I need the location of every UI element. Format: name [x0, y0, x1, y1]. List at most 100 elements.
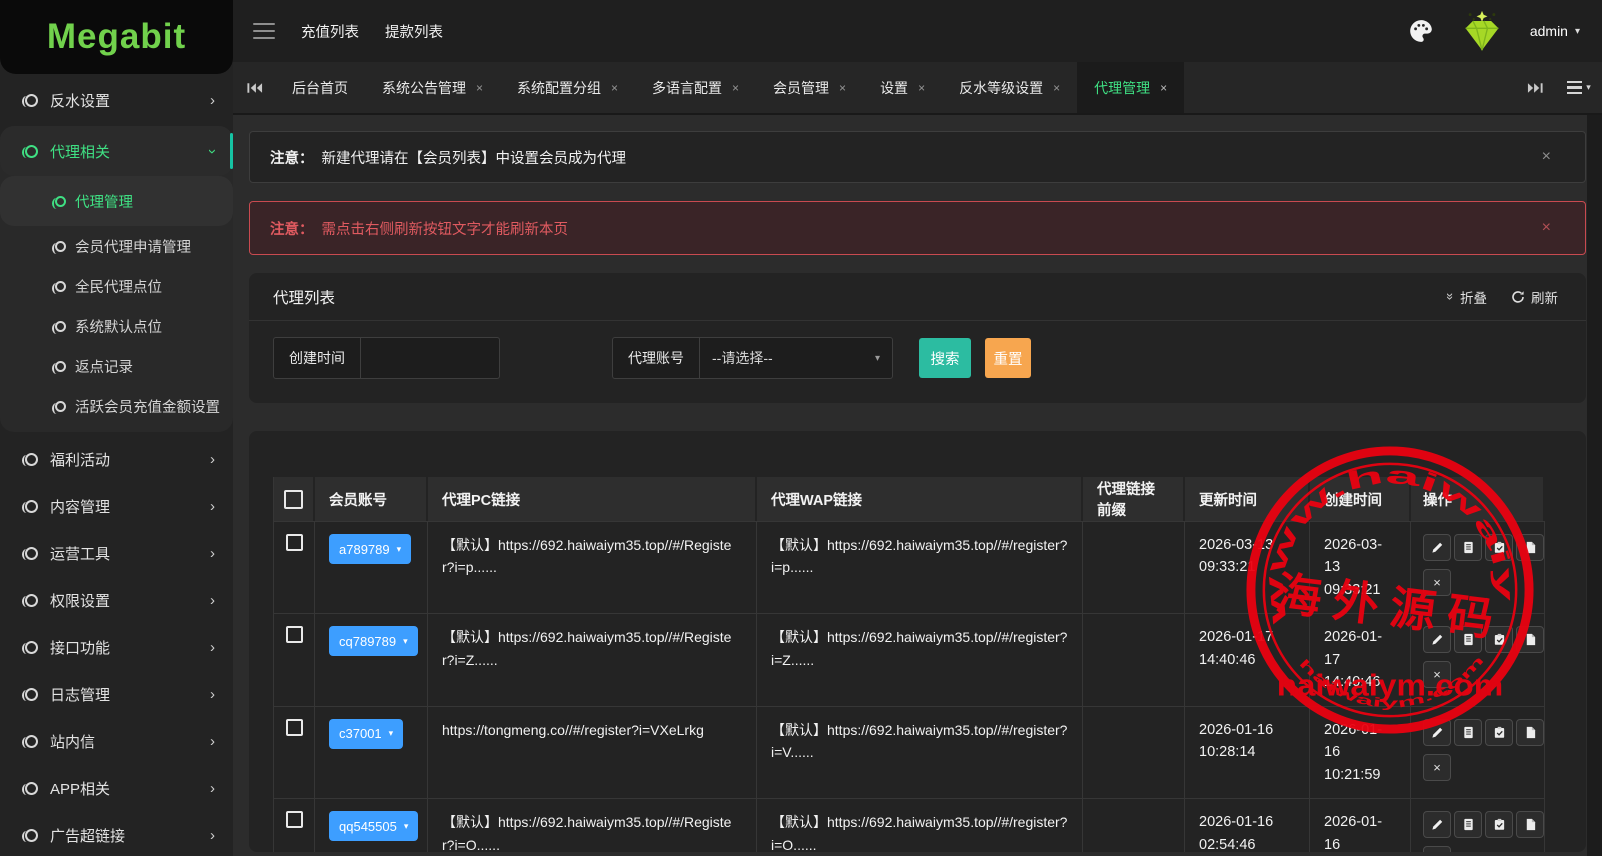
- agent-account-select[interactable]: --请选择-- ▾: [700, 338, 892, 378]
- detail-button[interactable]: [1454, 534, 1482, 561]
- user-menu[interactable]: admin ▾: [1530, 23, 1580, 39]
- sidebar-item-logs[interactable]: 日志管理 ›: [0, 671, 233, 718]
- hamburger-menu-icon[interactable]: [253, 23, 275, 39]
- agent-link-prefix: [1083, 706, 1185, 799]
- skip-to-last-tab-icon[interactable]: [1514, 62, 1556, 113]
- sidebar-item-app[interactable]: APP相关 ›: [0, 765, 233, 812]
- audit-button[interactable]: [1485, 811, 1513, 839]
- tab-agent-manage[interactable]: 代理管理 ×: [1077, 62, 1185, 113]
- sidebar-subitem-agent-apply[interactable]: 会员代理申请管理: [0, 226, 233, 266]
- document-icon: [1462, 541, 1475, 554]
- created-time: 2026-01-16 02:54:46: [1310, 799, 1411, 852]
- chevron-right-icon: ›: [210, 733, 215, 750]
- close-icon[interactable]: ×: [839, 81, 846, 95]
- audit-button[interactable]: [1485, 718, 1513, 746]
- delete-button[interactable]: ×: [1423, 569, 1451, 596]
- tab-announcements[interactable]: 系统公告管理 ×: [365, 62, 500, 113]
- sidebar: Megabit 反水设置 › 代理相关 › 代理管理 会员代理申请管理 全民代理…: [0, 0, 233, 856]
- sidebar-item-agent-related[interactable]: 代理相关 ›: [0, 126, 233, 176]
- sidebar-subitem-agent-manage[interactable]: 代理管理: [0, 176, 233, 226]
- delete-button[interactable]: ×: [1423, 846, 1451, 852]
- agent-wap-link: 【默认】https://692.haiwaiym35.top//#/regist…: [757, 522, 1083, 614]
- chevron-right-icon: ›: [210, 686, 215, 703]
- tab-settings[interactable]: 设置 ×: [863, 62, 942, 113]
- tab-dashboard[interactable]: 后台首页: [275, 62, 365, 113]
- table-row: c37001 ▾ https://tongmeng.co//#/register?…: [273, 706, 1545, 800]
- delete-button[interactable]: ×: [1423, 753, 1451, 781]
- report-button[interactable]: [1516, 534, 1544, 561]
- sidebar-item-messages[interactable]: 站内信 ›: [0, 718, 233, 765]
- sidebar-item-operation-tools[interactable]: 运营工具 ›: [0, 530, 233, 577]
- sidebar-subitem-default-points[interactable]: 系统默认点位: [0, 306, 233, 346]
- tab-rebate-levels[interactable]: 反水等级设置 ×: [942, 62, 1077, 113]
- close-icon[interactable]: ×: [1160, 81, 1167, 95]
- detail-button[interactable]: [1454, 811, 1482, 839]
- sidebar-subitem-active-member-recharge[interactable]: 活跃会员充值金额设置: [0, 386, 233, 426]
- skip-to-first-tab-icon[interactable]: [233, 62, 275, 113]
- chevron-right-icon: ›: [210, 827, 215, 844]
- row-checkbox[interactable]: [285, 626, 303, 644]
- select-all-checkbox[interactable]: [284, 489, 303, 509]
- audit-button[interactable]: [1485, 534, 1513, 561]
- member-account-button[interactable]: cq789789 ▾: [329, 626, 418, 657]
- close-icon[interactable]: ×: [732, 81, 739, 95]
- col-agent-pc-link: 代理PC链接: [428, 477, 757, 521]
- audit-button[interactable]: [1485, 626, 1513, 654]
- detail-button[interactable]: [1454, 718, 1482, 746]
- edit-button[interactable]: [1423, 718, 1451, 746]
- delete-button[interactable]: ×: [1423, 661, 1451, 689]
- tab-members[interactable]: 会员管理 ×: [756, 62, 863, 113]
- circle-icon: [22, 735, 38, 748]
- row-checkbox[interactable]: [285, 811, 303, 829]
- sidebar-item-content[interactable]: 内容管理 ›: [0, 483, 233, 530]
- theme-palette-icon[interactable]: [1408, 18, 1434, 44]
- close-icon[interactable]: ×: [918, 81, 925, 95]
- subitem-label: 全民代理点位: [75, 279, 162, 296]
- document-icon: [1462, 726, 1475, 739]
- edit-button[interactable]: [1423, 811, 1451, 839]
- tab-multilanguage[interactable]: 多语言配置 ×: [635, 62, 756, 113]
- topbar: 充值列表 提款列表 admin ▾: [233, 0, 1602, 62]
- updated-time: 2026-03-13 09:33:21: [1185, 522, 1310, 614]
- sidebar-item-api[interactable]: 接口功能 ›: [0, 624, 233, 671]
- close-icon[interactable]: ×: [1542, 148, 1551, 166]
- scrollbar-track[interactable]: [1587, 115, 1602, 856]
- search-button[interactable]: 搜索: [919, 338, 971, 378]
- close-icon[interactable]: ×: [611, 81, 618, 95]
- agent-account-filter: 代理账号 --请选择-- ▾: [612, 337, 893, 379]
- sidebar-subitem-public-agent-points[interactable]: 全民代理点位: [0, 266, 233, 306]
- chevron-right-icon: ›: [210, 545, 215, 562]
- reset-button[interactable]: 重置: [985, 338, 1031, 378]
- refresh-button[interactable]: 刷新: [1511, 287, 1558, 307]
- sidebar-item-ad-links[interactable]: 广告超链接 ›: [0, 812, 233, 856]
- sidebar-subitem-rebate-records[interactable]: 返点记录: [0, 346, 233, 386]
- member-account-button[interactable]: c37001 ▾: [329, 718, 404, 749]
- sidebar-item-permissions[interactable]: 权限设置 ›: [0, 577, 233, 624]
- report-button[interactable]: [1516, 718, 1544, 746]
- tab-options-icon[interactable]: ▾: [1556, 62, 1602, 113]
- gem-avatar-icon[interactable]: [1460, 10, 1504, 52]
- create-time-input[interactable]: [361, 338, 499, 378]
- close-icon[interactable]: ×: [476, 81, 483, 95]
- topnav-withdraw-list[interactable]: 提款列表: [385, 21, 443, 42]
- report-button[interactable]: [1516, 626, 1544, 654]
- edit-button[interactable]: [1423, 626, 1451, 654]
- sidebar-item-welfare[interactable]: 福利活动 ›: [0, 436, 233, 483]
- close-icon[interactable]: ×: [1542, 219, 1551, 237]
- caret-down-icon: ▾: [1586, 82, 1591, 92]
- topnav-recharge-list[interactable]: 充值列表: [301, 21, 359, 42]
- row-checkbox[interactable]: [285, 718, 303, 736]
- tab-config-groups[interactable]: 系统配置分组 ×: [500, 62, 635, 113]
- collapse-button[interactable]: » 折叠: [1443, 287, 1487, 307]
- row-checkbox[interactable]: [285, 534, 303, 551]
- report-button[interactable]: [1516, 811, 1544, 839]
- file-icon: [1524, 541, 1537, 554]
- sidebar-item-rebate-settings[interactable]: 反水设置 ›: [0, 78, 233, 122]
- created-time: 2026-01-16 10:21:59: [1310, 706, 1411, 799]
- close-icon[interactable]: ×: [1053, 81, 1060, 95]
- subitem-label: 返点记录: [75, 359, 133, 376]
- member-account-button[interactable]: a789789 ▾: [329, 534, 412, 564]
- edit-button[interactable]: [1423, 534, 1451, 561]
- member-account-button[interactable]: qq545505 ▾: [329, 811, 419, 842]
- detail-button[interactable]: [1454, 626, 1482, 654]
